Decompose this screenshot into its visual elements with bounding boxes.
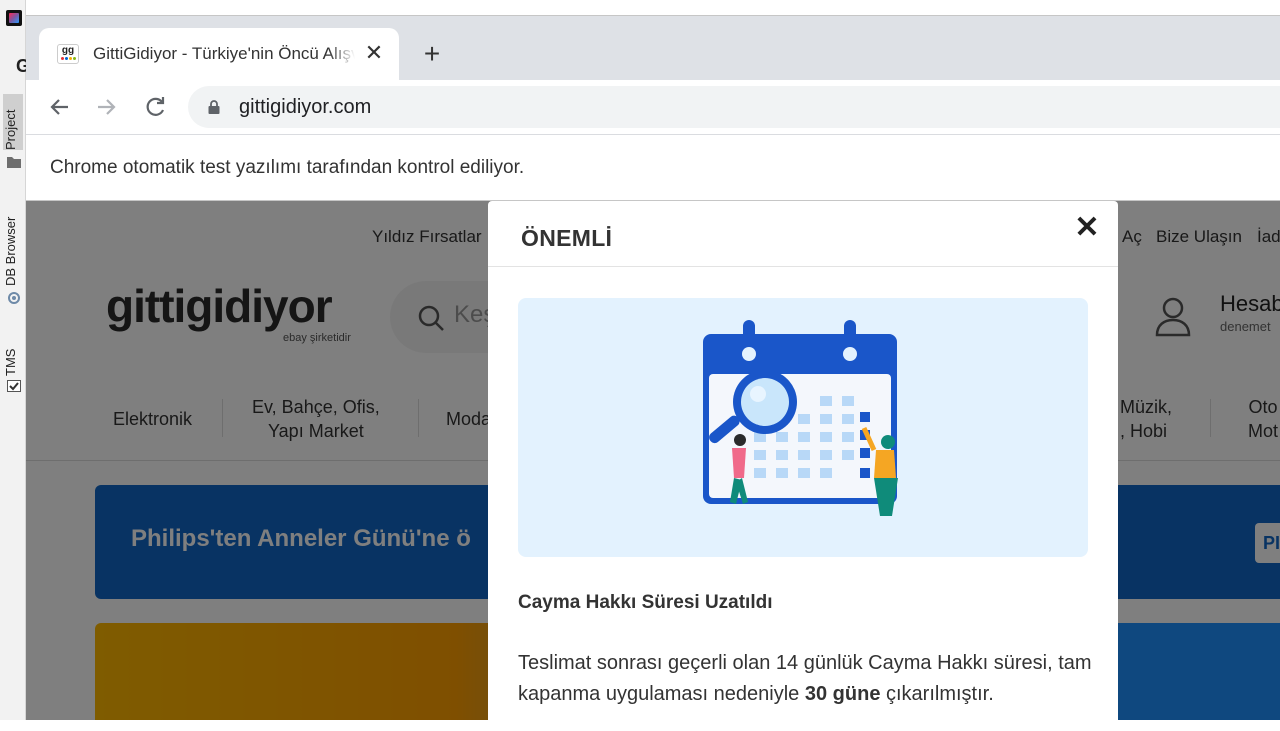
automation-infobar: Chrome otomatik test yazılımı tarafından… xyxy=(26,135,1280,201)
address-bar[interactable]: gittigidiyor.com xyxy=(188,86,1280,128)
back-arrow-icon[interactable] xyxy=(44,92,74,122)
db-browser-icon xyxy=(7,292,21,304)
body-text-bold: 30 güne xyxy=(805,683,881,705)
tab-title: GittiGidiyor - Türkiye'nin Öncü Alışveri… xyxy=(93,44,355,64)
tab-strip: gg GittiGidiyor - Türkiye'nin Öncü Alışv… xyxy=(26,16,1280,80)
ide-tab-db-browser[interactable]: DB Browser xyxy=(3,202,23,286)
body-text-part2: çıkarılmıştır. xyxy=(880,683,993,705)
url-text[interactable]: gittigidiyor.com xyxy=(239,96,371,119)
forward-arrow-icon[interactable] xyxy=(92,92,122,122)
modal-title: ÖNEMLİ xyxy=(521,225,612,252)
intellij-logo-icon xyxy=(6,10,22,26)
modal-close-icon[interactable]: ✕ xyxy=(1072,213,1102,243)
browser-toolbar: gittigidiyor.com xyxy=(26,80,1280,135)
checkbox-icon xyxy=(7,380,21,392)
new-tab-button[interactable]: + xyxy=(418,40,446,68)
calendar-illustration xyxy=(518,298,1088,557)
gittigidiyor-favicon-icon: gg xyxy=(57,44,79,64)
important-notice-modal: ÖNEMLİ ✕ xyxy=(488,201,1118,731)
folder-icon xyxy=(7,156,21,168)
modal-header: ÖNEMLİ ✕ xyxy=(488,201,1118,267)
infobar-text: Chrome otomatik test yazılımı tarafından… xyxy=(50,157,524,179)
lock-icon[interactable] xyxy=(208,100,220,114)
browser-tab[interactable]: gg GittiGidiyor - Türkiye'nin Öncü Alışv… xyxy=(39,28,399,80)
window-border xyxy=(26,0,1280,16)
ide-tab-tms[interactable]: TMS xyxy=(3,338,23,376)
reload-icon[interactable] xyxy=(140,92,170,122)
modal-subtitle: Cayma Hakkı Süresi Uzatıldı xyxy=(518,592,773,614)
ide-tab-project[interactable]: Project xyxy=(3,94,23,150)
ide-sidebar: G Project DB Browser TMS xyxy=(0,0,26,720)
modal-body-text: Teslimat sonrası geçerli olan 14 günlük … xyxy=(518,648,1098,710)
calendar-search-icon xyxy=(518,298,1088,557)
tab-close-icon[interactable]: ✕ xyxy=(363,42,385,64)
